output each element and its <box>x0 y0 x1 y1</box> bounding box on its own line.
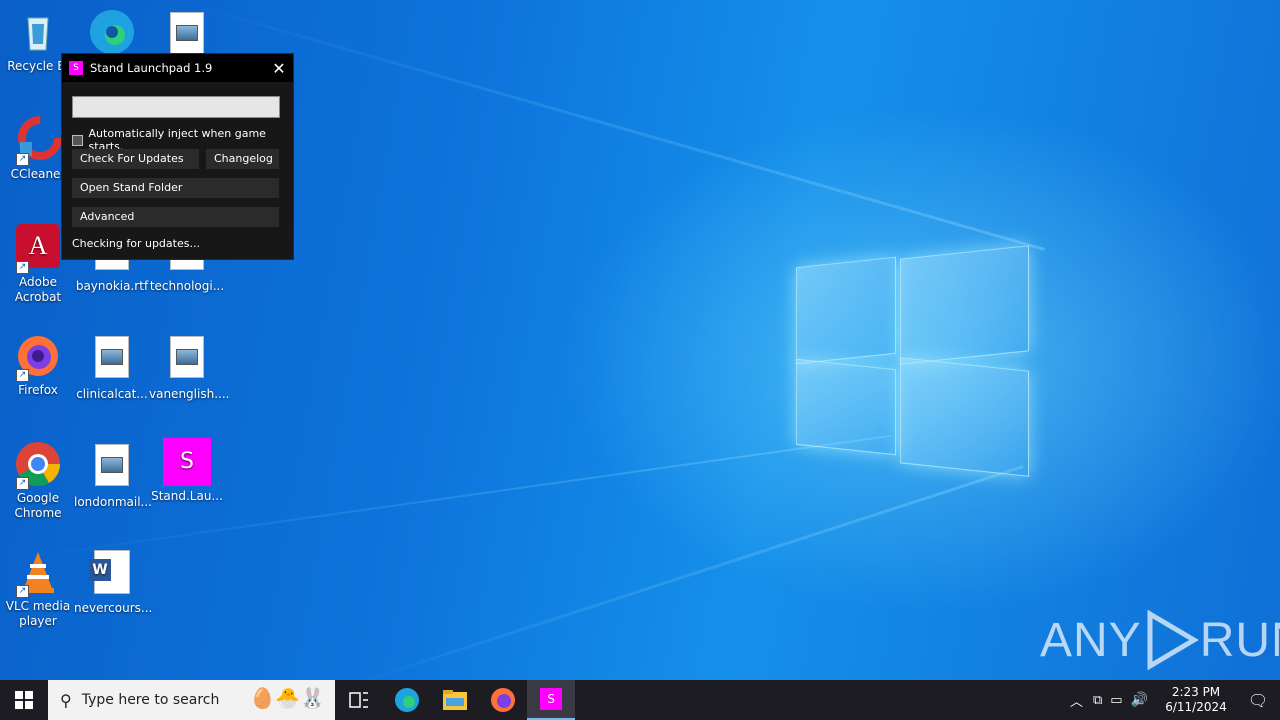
desktop-icon-vanenglish[interactable]: vanenglish.... <box>149 332 229 402</box>
window-titlebar[interactable]: S Stand Launchpad 1.9 ✕ <box>62 54 293 82</box>
document-icon <box>170 12 204 54</box>
stand-icon: S <box>540 688 562 710</box>
wallpaper-beam <box>300 465 1024 703</box>
volume-icon[interactable]: 🔊 <box>1127 692 1152 708</box>
desktop-icon-clinicalcat[interactable]: clinicalcat... <box>74 332 150 402</box>
system-tray: ︿ ⧉ ▭ 🔊 2:23 PM 6/11/2024 🗨 <box>1064 680 1280 720</box>
taskbar: ⚲ Type here to search 🥚🐣🐰 S ︿ ⧉ ▭ 🔊 2:23… <box>0 680 1280 720</box>
chrome-icon: ↗ <box>14 440 62 490</box>
file-explorer-icon <box>443 690 467 710</box>
taskbar-stand-launchpad[interactable]: S <box>527 680 575 720</box>
search-placeholder: Type here to search <box>81 692 220 708</box>
taskbar-edge[interactable] <box>383 680 431 720</box>
recycle-bin-icon <box>14 8 62 56</box>
checkbox-box[interactable] <box>72 134 83 146</box>
window-title: Stand Launchpad 1.9 <box>90 61 213 75</box>
clock-time: 2:23 PM <box>1171 685 1221 699</box>
windows-wallpaper-logo <box>796 242 1029 478</box>
taskbar-firefox[interactable] <box>479 680 527 720</box>
edge-icon <box>88 8 136 56</box>
adobe-acrobat-icon: A ↗ <box>14 224 62 274</box>
wallpaper-beam <box>179 0 1046 251</box>
taskbar-clock[interactable]: 2:23 PM 6/11/2024 <box>1156 685 1236 715</box>
open-stand-folder-button[interactable]: Open Stand Folder <box>72 178 279 198</box>
desktop-icon-google-chrome[interactable]: ↗ Google Chrome <box>0 440 76 521</box>
vlc-icon: ↗ <box>14 548 62 598</box>
advanced-button[interactable]: Advanced <box>72 207 279 227</box>
launchpad-input[interactable] <box>72 96 280 118</box>
word-icon: W <box>88 550 136 598</box>
stand-icon: S <box>163 438 211 486</box>
firefox-icon <box>491 688 515 712</box>
taskbar-file-explorer[interactable] <box>431 680 479 720</box>
firefox-icon: ↗ <box>14 332 62 382</box>
notification-icon[interactable]: 🗨 <box>1236 691 1280 710</box>
meet-now-icon[interactable]: ⧉ <box>1089 693 1106 708</box>
desktop-icon-stand-launchpad[interactable]: S Stand.Lau... <box>149 438 225 504</box>
document-icon <box>95 336 129 378</box>
network-icon[interactable]: ▭ <box>1106 693 1126 708</box>
taskbar-search-box[interactable]: ⚲ Type here to search 🥚🐣🐰 <box>48 680 335 720</box>
stand-logo-icon: S <box>69 61 83 75</box>
play-logo-icon <box>1147 610 1199 670</box>
document-icon <box>170 336 204 378</box>
ccleaner-icon: ↗ <box>14 116 62 166</box>
start-button[interactable] <box>0 680 48 720</box>
task-view-button[interactable] <box>335 680 383 720</box>
close-icon[interactable]: ✕ <box>265 54 293 82</box>
search-icon: ⚲ <box>60 690 72 710</box>
desktop-icon-edge[interactable] <box>74 8 150 59</box>
stand-launchpad-window: S Stand Launchpad 1.9 ✕ Automatically in… <box>61 53 294 260</box>
clock-date: 6/11/2024 <box>1165 700 1227 714</box>
desktop-icon-londonmail[interactable]: londonmail... <box>74 440 152 510</box>
status-text: Checking for updates... <box>72 237 200 250</box>
changelog-button[interactable]: Changelog <box>206 149 279 169</box>
desktop-icon-firefox[interactable]: ↗ Firefox <box>0 332 76 398</box>
chevron-up-icon[interactable]: ︿ <box>1064 691 1089 710</box>
search-highlight-icon: 🥚🐣🐰 <box>250 686 325 710</box>
edge-icon <box>395 688 419 712</box>
check-for-updates-button[interactable]: Check For Updates <box>72 149 199 169</box>
anyrun-watermark: ANY RUN <box>1040 610 1280 670</box>
task-view-icon <box>349 692 368 708</box>
document-icon <box>95 444 129 486</box>
desktop-icon-nevercours[interactable]: W nevercours... <box>74 548 152 616</box>
windows-start-icon <box>15 691 33 709</box>
desktop-icon-vlc[interactable]: ↗ VLC media player <box>0 548 76 629</box>
